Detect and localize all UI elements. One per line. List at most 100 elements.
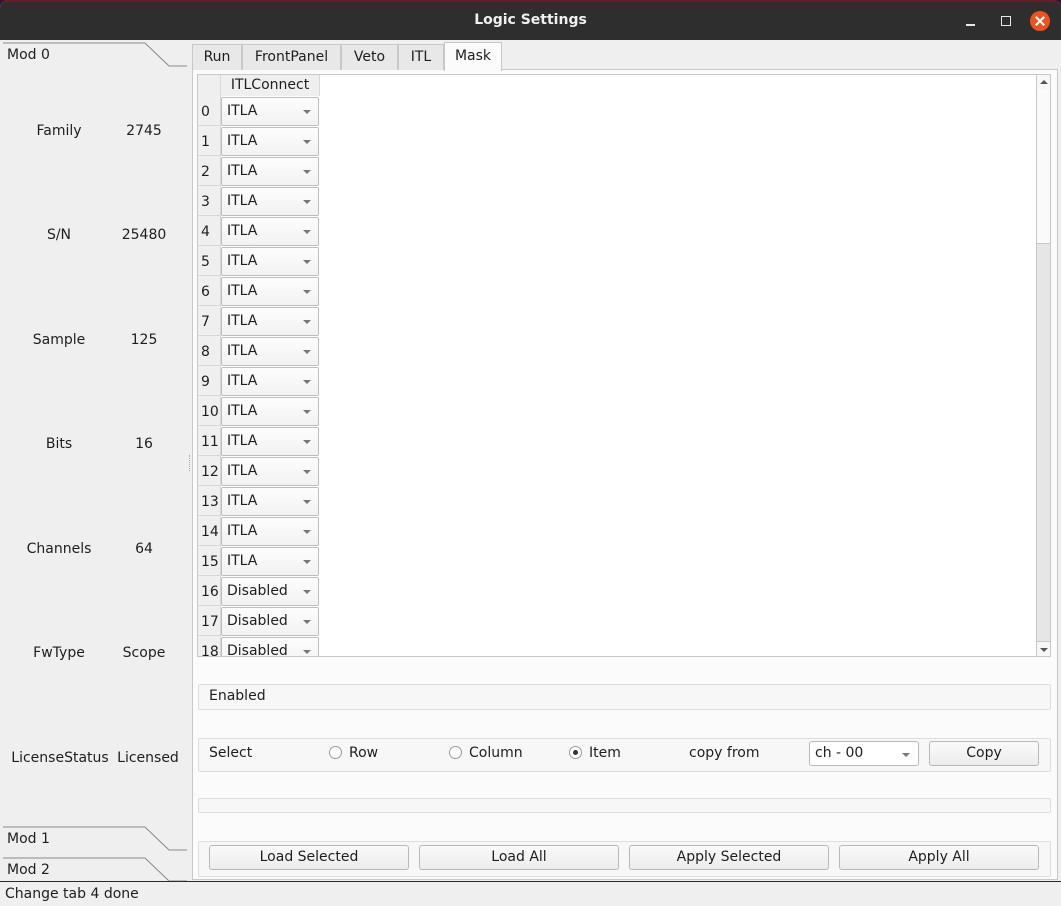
progress-bar [198,798,1051,813]
tab-mask[interactable]: Mask [444,42,502,71]
itl-connect-dropdown[interactable]: ITLA [221,457,319,486]
itl-connect-dropdown[interactable]: ITLA [221,157,319,186]
info-label: Channels [26,541,92,557]
row-header[interactable]: 5 [198,246,221,276]
itl-connect-dropdown[interactable]: Disabled [221,637,319,656]
splitter-handle[interactable] [189,455,191,471]
row-header[interactable]: 8 [198,336,221,366]
row-header[interactable]: 15 [198,546,221,576]
dropdown-value: ITLA [227,193,258,209]
tab-veto[interactable]: Veto [341,44,398,70]
info-value: Licensed [117,750,179,766]
radio-row[interactable] [329,746,342,759]
radio-item-label[interactable]: Item [589,745,621,761]
info-label: S/N [46,227,72,243]
module-toolbox: Mod 0 Family 2745 S/N 25480 Sample 125 B… [3,40,189,882]
minimize-icon[interactable] [961,11,981,31]
radio-row-label[interactable]: Row [349,745,378,761]
scroll-down-icon[interactable] [1037,641,1050,656]
itl-connect-dropdown[interactable]: ITLA [221,427,319,456]
row-header[interactable]: 12 [198,456,221,486]
chevron-down-icon [303,410,311,414]
copy-from-label: copy from [689,745,760,761]
row-header[interactable]: 9 [198,366,221,396]
load-selected-button[interactable]: Load Selected [209,845,409,870]
row-header[interactable]: 17 [198,606,221,636]
chevron-down-icon [303,530,311,534]
window-title: Logic Settings [474,12,587,28]
itl-connect-dropdown[interactable]: ITLA [221,97,319,126]
row-header[interactable]: 13 [198,486,221,516]
tab-run[interactable]: Run [192,44,242,70]
row-header[interactable]: 4 [198,216,221,246]
row-header[interactable]: 18 [198,636,221,656]
column-header-itlconnect[interactable]: ITLConnect [221,75,320,96]
radio-column[interactable] [449,746,462,759]
row-header[interactable]: 6 [198,276,221,306]
copy-from-value: ch - 00 [815,745,864,761]
tab-frontpanel[interactable]: FrontPanel [242,44,341,70]
itl-connect-dropdown[interactable]: ITLA [221,547,319,576]
apply-selected-button[interactable]: Apply Selected [629,845,829,870]
row-header[interactable]: 11 [198,426,221,456]
toolbox-section-mod-1[interactable]: Mod 1 [3,826,187,854]
dropdown-value: ITLA [227,493,258,509]
itl-connect-dropdown[interactable]: ITLA [221,487,319,516]
row-header[interactable]: 3 [198,186,221,216]
title-bar: Logic Settings [0,0,1061,40]
row-header[interactable]: 16 [198,576,221,606]
itl-connect-dropdown[interactable]: ITLA [221,247,319,276]
itl-connect-dropdown[interactable]: ITLA [221,397,319,426]
info-value: 125 [130,332,158,348]
table-row: 1 ITLA [198,126,320,156]
status-text: Change tab 4 done [5,886,139,902]
table-row: 4 ITLA [198,216,320,246]
itl-connect-dropdown[interactable]: ITLA [221,337,319,366]
table-corner-button[interactable] [198,75,221,96]
table-row: 13 ITLA [198,486,320,516]
table-row: 5 ITLA [198,246,320,276]
info-row-fwtype: FwType Scope [3,645,189,665]
row-header[interactable]: 2 [198,156,221,186]
itl-connect-dropdown[interactable]: ITLA [221,367,319,396]
copy-from-select[interactable]: ch - 00 [809,741,919,766]
radio-item[interactable] [569,746,582,759]
row-header[interactable]: 14 [198,516,221,546]
row-header[interactable]: 1 [198,126,221,156]
chevron-down-icon [303,590,311,594]
itl-connect-dropdown[interactable]: ITLA [221,127,319,156]
toolbox-section-mod-0[interactable]: Mod 0 [3,42,187,70]
copy-button[interactable]: Copy [929,741,1039,766]
scroll-up-icon[interactable] [1037,75,1050,90]
itl-connect-dropdown[interactable]: ITLA [221,217,319,246]
table-vertical-scrollbar[interactable] [1036,74,1051,657]
itl-connect-dropdown[interactable]: ITLA [221,277,319,306]
itl-connect-dropdown[interactable]: Disabled [221,577,319,606]
itl-connect-dropdown[interactable]: Disabled [221,607,319,636]
row-header[interactable]: 0 [198,96,221,126]
chevron-down-icon [303,320,311,324]
itl-connect-dropdown[interactable]: ITLA [221,187,319,216]
dropdown-value: ITLA [227,553,258,569]
radio-column-label[interactable]: Column [469,745,523,761]
itl-connect-dropdown[interactable]: ITLA [221,307,319,336]
dropdown-value: Disabled [227,613,288,629]
maximize-icon[interactable] [996,11,1016,31]
info-value: 64 [135,541,153,557]
row-header[interactable]: 10 [198,396,221,426]
load-all-button[interactable]: Load All [419,845,619,870]
apply-all-button[interactable]: Apply All [839,845,1039,870]
dropdown-value: ITLA [227,283,258,299]
row-header[interactable]: 7 [198,306,221,336]
itl-connect-dropdown[interactable]: ITLA [221,517,319,546]
chevron-down-icon [303,170,311,174]
scrollbar-handle[interactable] [1037,89,1050,244]
info-row-license-status: LicenseStatus Licensed [3,750,189,770]
close-icon[interactable] [1030,11,1050,31]
table-row: 17 Disabled [198,606,320,636]
info-value: 16 [135,436,153,452]
tab-itl[interactable]: ITL [398,44,444,70]
info-value: Scope [122,645,166,661]
dropdown-value: ITLA [227,133,258,149]
info-label: Family [36,123,82,139]
